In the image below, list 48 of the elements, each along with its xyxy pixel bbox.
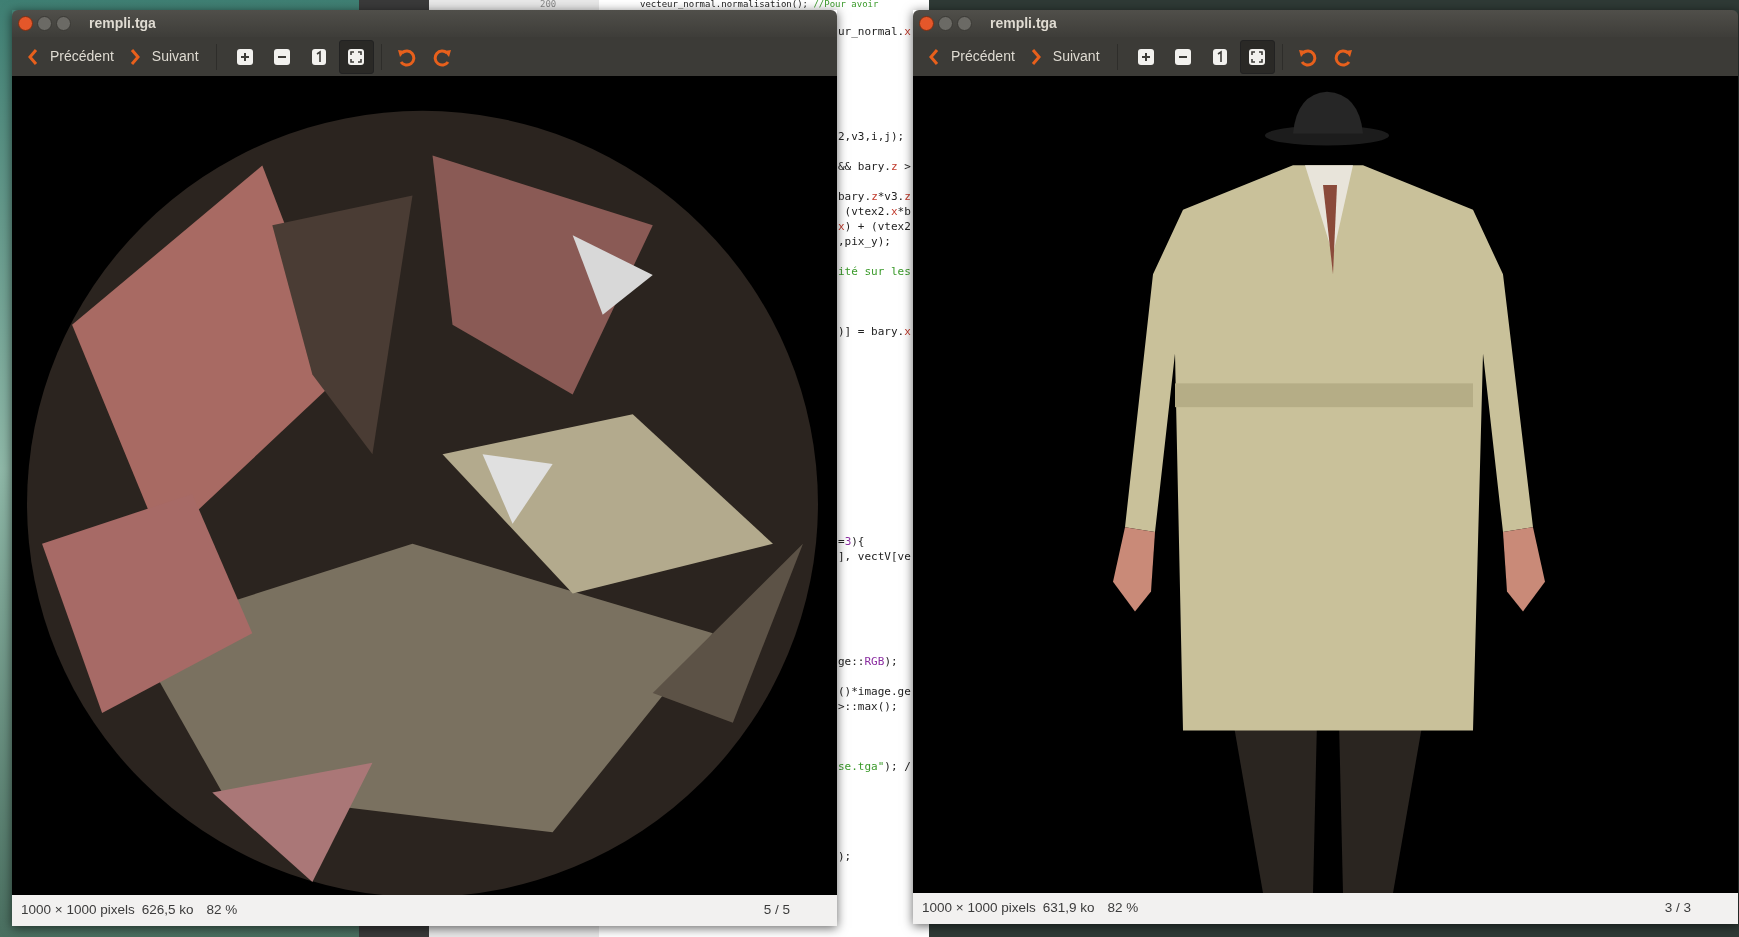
code-line: >::max();	[838, 699, 898, 714]
code-line: bary.z*v3.z	[838, 189, 911, 204]
chevron-left-icon	[927, 47, 941, 66]
window-title: rempli.tga	[89, 14, 156, 33]
image-dimensions: 1000 × 1000 pixels	[21, 901, 135, 920]
image-dimensions: 1000 × 1000 pixels	[922, 899, 1036, 918]
maximize-button[interactable]	[957, 16, 972, 31]
chevron-left-icon	[26, 47, 40, 66]
next-button[interactable]: Suivant	[121, 40, 205, 73]
zoom-in-icon	[235, 46, 256, 67]
zoom-in-icon	[1136, 46, 1157, 67]
window-title: rempli.tga	[990, 14, 1057, 33]
code-line: ], vectV[ve	[838, 549, 911, 564]
previous-button[interactable]: Précédent	[20, 40, 120, 73]
code-line: && bary.z >	[838, 159, 911, 174]
code-line: ur_normal.x	[838, 24, 911, 39]
code-line: )] = bary.x	[838, 324, 911, 339]
code-line: =3){	[838, 534, 865, 549]
zoom-level: 82 %	[206, 901, 238, 920]
file-size: 631,9 ko	[1042, 899, 1095, 918]
previous-button[interactable]: Précédent	[921, 40, 1021, 73]
minimize-button[interactable]	[938, 16, 953, 31]
code-line: x) + (vtex2	[838, 219, 911, 234]
code-line: ité sur les	[838, 264, 911, 279]
code-line: vecteur_normal.normalisation(); //Pour avoir	[640, 0, 879, 9]
code-line: );	[838, 849, 852, 864]
image-position: 3 / 3	[1664, 899, 1691, 918]
fit-icon	[346, 46, 367, 67]
code-line: se.tga"); /	[838, 759, 911, 774]
code-line: (vtex2.x*b	[843, 204, 911, 219]
code-line: ()*image.ge	[838, 684, 911, 699]
code-line: 2,v3,i,j);	[838, 129, 905, 144]
zoom-level: 82 %	[1107, 899, 1139, 918]
zoom-out-icon	[1173, 46, 1194, 67]
best-fit-button[interactable]	[1239, 39, 1275, 74]
image-position: 5 / 5	[763, 901, 790, 920]
maximize-button[interactable]	[56, 16, 71, 31]
next-button[interactable]: Suivant	[1022, 40, 1106, 73]
best-fit-button[interactable]	[338, 39, 374, 74]
close-button[interactable]	[18, 16, 33, 31]
minimize-button[interactable]	[37, 16, 52, 31]
code-line: ge::RGB);	[838, 654, 898, 669]
close-button[interactable]	[919, 16, 934, 31]
zoom-out-icon	[272, 46, 293, 67]
fit-icon	[1247, 46, 1268, 67]
code-line: ,pix_y);	[838, 234, 891, 249]
line-number: 200	[540, 0, 557, 9]
file-size: 626,5 ko	[141, 901, 194, 920]
